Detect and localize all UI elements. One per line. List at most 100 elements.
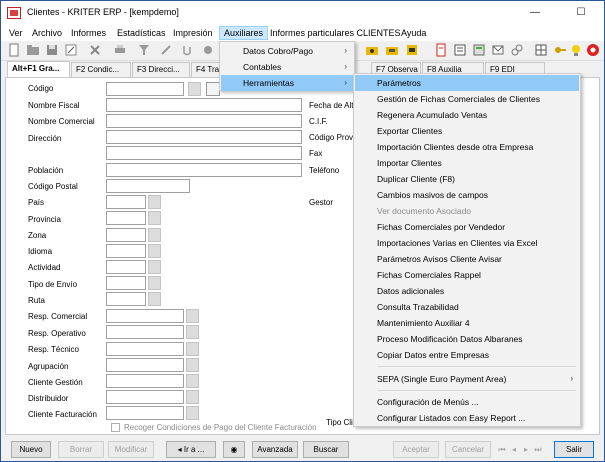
pais-lookup[interactable] — [148, 195, 161, 209]
menu-importar-clientes[interactable]: Importar Clientes — [355, 155, 579, 171]
zona-lookup[interactable] — [148, 228, 161, 242]
distribuidor-lookup[interactable] — [186, 390, 199, 404]
menu-mantenimiento-auxiliar-4[interactable]: Mantenimiento Auxiliar 4 — [355, 315, 579, 331]
camera-icon[interactable]: ◉ — [223, 441, 245, 458]
print-icon[interactable] — [113, 43, 127, 57]
menu-parametros[interactable]: Parámetros — [355, 75, 579, 91]
resp-operativo-input[interactable] — [106, 325, 184, 339]
menu-cambios-masivos[interactable]: Cambios masivos de campos — [355, 187, 579, 203]
codigo-input[interactable] — [106, 82, 184, 96]
codigo-lookup[interactable] — [188, 82, 201, 96]
menu-parametros-avisos[interactable]: Parámetros Avisos Cliente Avisar — [355, 251, 579, 267]
menu-estadisticas[interactable]: Estadísticas — [113, 26, 170, 40]
tab-direcciones[interactable]: F3 Direcci... — [132, 62, 190, 77]
open-folder-icon[interactable] — [385, 43, 399, 57]
pais-input[interactable] — [106, 195, 146, 209]
lightbulb-icon[interactable] — [569, 43, 583, 57]
edit-icon[interactable] — [64, 43, 78, 57]
menu-impresion[interactable]: Impresión — [169, 26, 217, 40]
codigo-postal-input[interactable] — [106, 179, 190, 193]
grid-icon[interactable] — [534, 43, 548, 57]
calc-icon[interactable] — [472, 43, 486, 57]
new-doc-icon[interactable] — [7, 43, 21, 57]
folder-icon[interactable] — [26, 43, 40, 57]
menu-datos-cobro-pago[interactable]: Datos Cobro/Pago › — [221, 43, 353, 59]
menu-copiar-datos-empresas[interactable]: Copiar Datos entre Empresas — [355, 347, 579, 363]
minimize-button[interactable]: — — [512, 1, 558, 25]
delete-icon[interactable] — [88, 43, 102, 57]
menu-ver[interactable]: Ver — [5, 26, 27, 40]
nuevo-button[interactable]: Nuevo — [11, 441, 51, 458]
actividad-input[interactable] — [106, 260, 146, 274]
resp-tecnico-input[interactable] — [106, 342, 184, 356]
save-icon[interactable] — [45, 43, 59, 57]
nombre-comercial-input[interactable] — [106, 114, 302, 128]
buscar-button[interactable]: Buscar — [303, 441, 349, 458]
last-record-icon[interactable]: ⏭ — [532, 443, 544, 456]
menu-sepa[interactable]: SEPA (Single Euro Payment Area) › — [355, 371, 579, 387]
menu-consulta-trazabilidad[interactable]: Consulta Trazabilidad — [355, 299, 579, 315]
ruta-input[interactable] — [106, 292, 146, 306]
cliente-facturacion-lookup[interactable] — [186, 406, 199, 420]
tab-transporte[interactable]: F4 Tra — [191, 62, 221, 77]
menu-gestion-fichas-comerciales[interactable]: Gestión de Fichas Comerciales de Cliente… — [355, 91, 579, 107]
menu-archivo[interactable]: Archivo — [28, 26, 66, 40]
cliente-facturacion-input[interactable] — [106, 406, 184, 420]
resp-comercial-input[interactable] — [106, 309, 184, 323]
prev-record-icon[interactable]: ◂ — [508, 443, 520, 456]
key-icon[interactable] — [553, 43, 567, 57]
report-icon[interactable] — [405, 43, 419, 57]
tipo-envio-lookup[interactable] — [148, 276, 161, 290]
menu-proceso-modificacion-albaranes[interactable]: Proceso Modificación Datos Albaranes — [355, 331, 579, 347]
menu-duplicar-cliente[interactable]: Duplicar Cliente (F8) — [355, 171, 579, 187]
mail-icon[interactable] — [491, 43, 505, 57]
idioma-lookup[interactable] — [148, 244, 161, 258]
modificar-button[interactable]: Modificar — [108, 441, 154, 458]
resp-comercial-lookup[interactable] — [186, 309, 199, 323]
settings-icon[interactable] — [201, 43, 215, 57]
link-icon[interactable] — [510, 43, 524, 57]
menu-configuracion-menus[interactable]: Configuración de Menús ... — [355, 394, 579, 410]
tab-condiciones[interactable]: F2 Condic... — [71, 62, 131, 77]
menu-contables[interactable]: Contables › — [221, 59, 353, 75]
menu-herramientas[interactable]: Herramientas › — [221, 75, 353, 91]
cliente-gestion-input[interactable] — [106, 374, 184, 388]
maximize-button[interactable]: ☐ — [558, 1, 604, 25]
poblacion-input[interactable] — [106, 163, 302, 177]
menu-importacion-clientes-empresa[interactable]: Importación Clientes desde otra Empresa — [355, 139, 579, 155]
idioma-input[interactable] — [106, 244, 146, 258]
menu-ayuda[interactable]: Ayuda — [397, 26, 430, 40]
menu-informes[interactable]: Informes — [67, 26, 110, 40]
direccion-input-2[interactable] — [106, 146, 302, 160]
ruta-lookup[interactable] — [148, 292, 161, 306]
first-record-icon[interactable]: ⏮ — [496, 443, 508, 456]
resp-operativo-lookup[interactable] — [186, 325, 199, 339]
menu-exportar-clientes[interactable]: Exportar Clientes — [355, 123, 579, 139]
menu-fichas-comerciales-rappel[interactable]: Fichas Comerciales Rappel — [355, 267, 579, 283]
salir-button[interactable]: Salir — [554, 441, 594, 458]
attach-icon[interactable] — [180, 43, 194, 57]
document-red-icon[interactable] — [434, 43, 448, 57]
actividad-lookup[interactable] — [148, 260, 161, 274]
menu-auxiliares[interactable]: Auxiliares — [219, 26, 269, 40]
list-icon[interactable] — [453, 43, 467, 57]
ir-a-button[interactable]: ◂ Ir a ... — [166, 441, 216, 458]
next-record-icon[interactable]: ▸ — [520, 443, 532, 456]
distribuidor-input[interactable] — [106, 390, 184, 404]
menu-configurar-listados-easy-report[interactable]: Configurar Listados con Easy Report ... — [355, 410, 579, 426]
nombre-fiscal-input[interactable] — [106, 98, 302, 112]
borrar-button[interactable]: Borrar — [58, 441, 104, 458]
menu-fichas-comerciales-vendedor[interactable]: Fichas Comerciales por Vendedor — [355, 219, 579, 235]
cancelar-button[interactable]: Cancelar — [445, 441, 491, 458]
agrupacion-input[interactable] — [106, 358, 184, 372]
copy-icon[interactable] — [206, 82, 220, 96]
aceptar-button[interactable]: Aceptar — [393, 441, 439, 458]
provincia-input[interactable] — [106, 211, 146, 225]
direccion-input-1[interactable] — [106, 130, 302, 144]
help-icon[interactable] — [586, 43, 600, 57]
cliente-gestion-lookup[interactable] — [186, 374, 199, 388]
menu-datos-adicionales[interactable]: Datos adicionales — [355, 283, 579, 299]
agrupacion-lookup[interactable] — [186, 358, 199, 372]
filter-icon[interactable] — [137, 43, 151, 57]
folder-star-icon[interactable] — [365, 43, 379, 57]
